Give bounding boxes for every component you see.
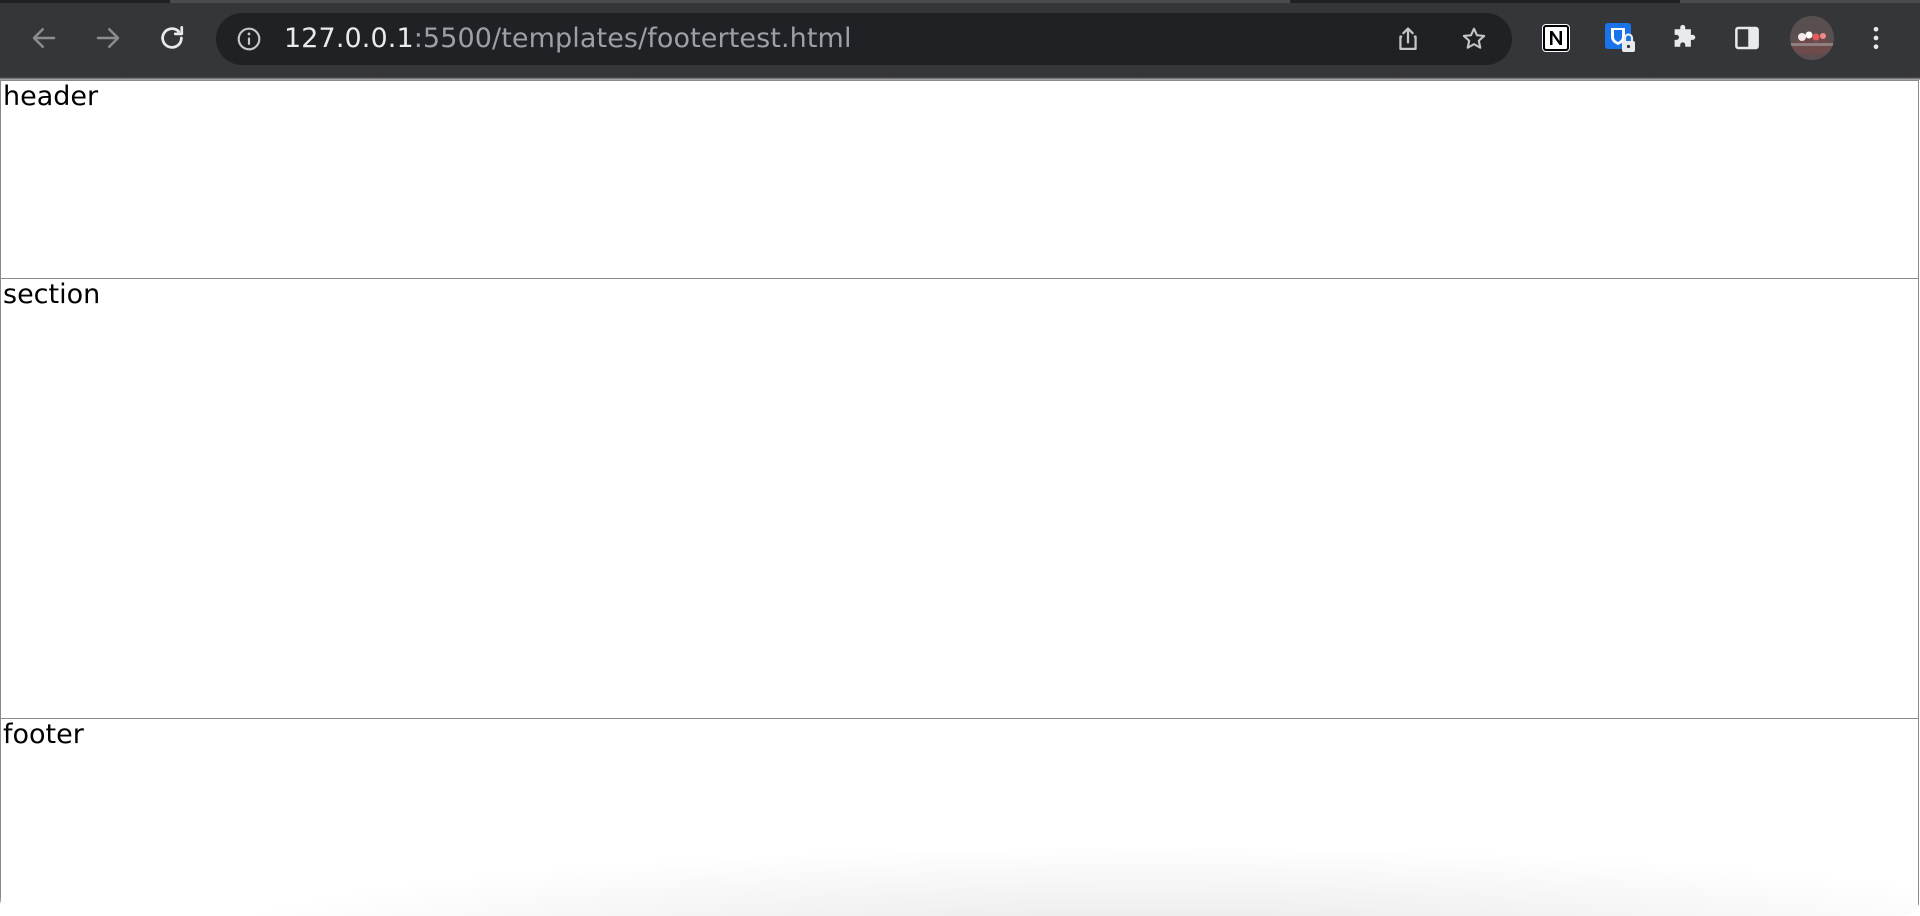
password-manager-extension-button[interactable] (1601, 19, 1639, 57)
profile-avatar[interactable] (1790, 16, 1834, 60)
page-footer: footer (0, 718, 1919, 916)
star-icon[interactable] (1460, 25, 1488, 53)
puzzle-icon (1674, 24, 1696, 47)
kebab-menu-icon (1873, 26, 1879, 50)
avatar (1790, 16, 1834, 60)
section-label: section (3, 279, 101, 310)
address-bar[interactable]: 127.0.0.1:5500/templates/footertest.html (216, 13, 1512, 65)
side-panel-button[interactable] (1728, 19, 1766, 57)
shield-lock-icon (1605, 23, 1635, 52)
notion-icon (1542, 24, 1570, 52)
arrow-left-icon (32, 28, 56, 48)
tab-strip (0, 0, 1920, 3)
page-section: section (0, 278, 1919, 719)
browser-window: 127.0.0.1:5500/templates/footertest.html (0, 0, 1920, 916)
url-host: 127.0.0.1 (284, 23, 414, 54)
back-button[interactable] (24, 18, 64, 58)
info-icon[interactable] (236, 26, 262, 52)
side-panel-icon (1735, 26, 1759, 50)
page-header: header (0, 80, 1919, 279)
footer-label: footer (3, 719, 84, 750)
reload-icon (161, 26, 184, 49)
notion-extension-button[interactable] (1537, 19, 1575, 57)
browser-menu-button[interactable] (1857, 19, 1895, 57)
share-icon[interactable] (1394, 25, 1422, 53)
forward-button[interactable] (88, 18, 128, 58)
arrow-right-icon (96, 28, 120, 48)
url-text[interactable]: 127.0.0.1:5500/templates/footertest.html (284, 25, 852, 53)
extensions-button[interactable] (1665, 19, 1703, 57)
reload-button[interactable] (152, 18, 192, 58)
page-viewport: header section footer (0, 80, 1920, 916)
header-label: header (3, 81, 99, 112)
browser-toolbar: 127.0.0.1:5500/templates/footertest.html (0, 0, 1920, 77)
url-path: :5500/templates/footertest.html (413, 23, 852, 54)
